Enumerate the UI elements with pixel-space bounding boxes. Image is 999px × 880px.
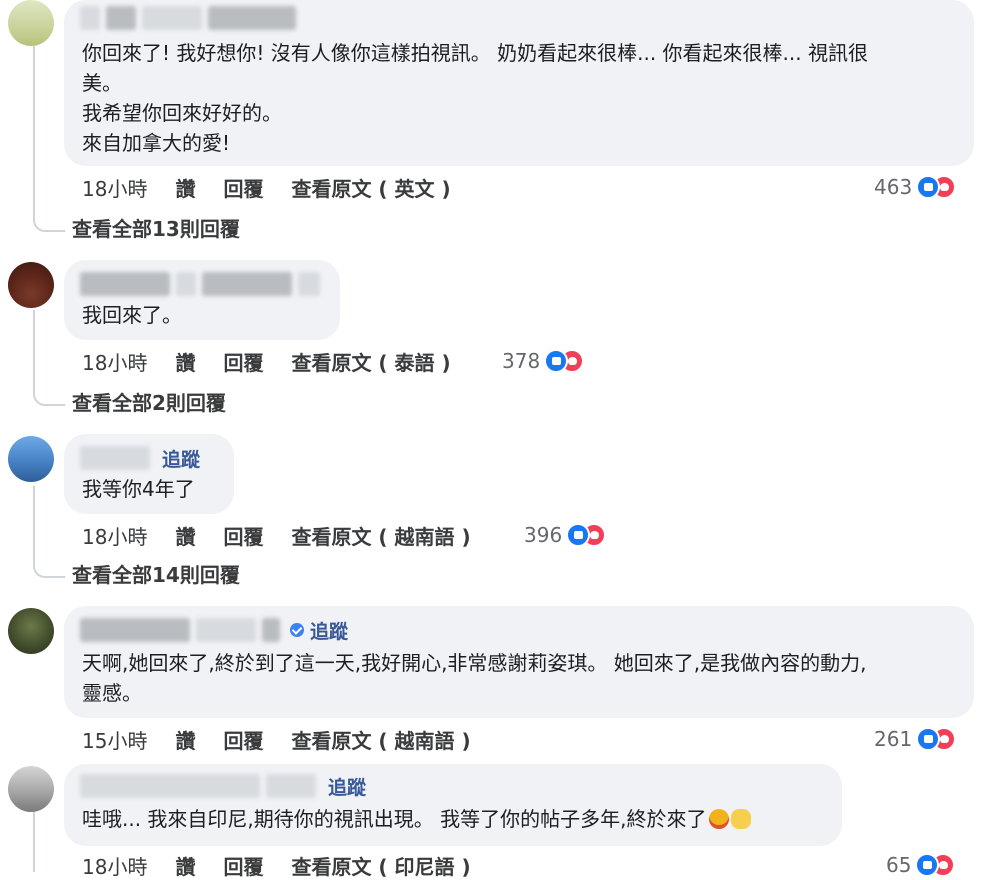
reaction-summary[interactable]: 261: [874, 724, 957, 754]
commenter-name[interactable]: [80, 4, 302, 32]
comment-text-body: 哇哦... 我來自印尼,期待你的視訊出現。 我等了你的帖子多年,終於來了: [82, 807, 707, 831]
like-button[interactable]: 讚: [175, 173, 195, 202]
see-original-button[interactable]: 查看原文 ( 印尼語 ): [291, 851, 470, 880]
comment-text: 你回來了! 我好想你! 沒有人像你這樣拍視訊。 奶奶看起來很棒... 你看起來很…: [82, 41, 868, 155]
commenter-name[interactable]: [80, 270, 326, 298]
reaction-summary[interactable]: 378: [502, 346, 585, 376]
reply-button[interactable]: 回覆: [223, 347, 263, 376]
reply-button[interactable]: 回覆: [223, 851, 263, 880]
follow-button[interactable]: 追蹤: [328, 773, 366, 800]
avatar[interactable]: [8, 608, 54, 654]
like-button[interactable]: 讚: [175, 521, 195, 550]
like-reaction-icon: [916, 727, 941, 751]
comment-bubble: 我回來了。: [64, 260, 340, 340]
see-original-button[interactable]: 查看原文 ( 越南語 ): [291, 725, 470, 754]
view-replies-link[interactable]: 查看全部13則回覆: [72, 214, 240, 244]
reply-connector: [33, 390, 65, 406]
reaction-count: 396: [524, 523, 563, 547]
like-button[interactable]: 讚: [175, 851, 195, 880]
comment-bubble: 追蹤 我等你4年了: [64, 434, 234, 514]
view-replies-link[interactable]: 查看全部2則回覆: [72, 388, 226, 418]
commenter-name[interactable]: 追蹤: [80, 616, 348, 644]
like-button[interactable]: 讚: [175, 347, 195, 376]
clapping-hands-emoji-icon: [730, 809, 751, 829]
reaction-summary[interactable]: 396: [524, 520, 607, 550]
reply-connector: [33, 216, 65, 232]
reaction-summary[interactable]: 65: [886, 850, 956, 880]
comment-text: 天啊,她回來了,終於到了這一天,我好開心,非常感謝莉姿琪。 她回來了,是我做內容…: [82, 651, 867, 705]
comment-actions: 18小時 讚 回覆 查看原文 ( 印尼語 ): [82, 850, 499, 880]
reply-button[interactable]: 回覆: [223, 521, 263, 550]
like-reaction-icon: [544, 349, 569, 373]
comment-bubble: 追蹤 天啊,她回來了,終於到了這一天,我好開心,非常感謝莉姿琪。 她回來了,是我…: [64, 606, 974, 718]
comment-actions: 18小時 讚 回覆 查看原文 ( 泰語 ): [82, 346, 479, 376]
comment-actions: 18小時 讚 回覆 查看原文 ( 越南語 ): [82, 520, 499, 550]
comment-text: 我等你4年了: [82, 477, 195, 501]
like-reaction-icon: [916, 175, 941, 199]
thread-line: [33, 310, 35, 390]
heart-eyes-emoji-icon: [708, 809, 729, 829]
reaction-count: 378: [502, 349, 541, 373]
reaction-summary[interactable]: 463: [874, 172, 957, 202]
avatar[interactable]: [8, 0, 54, 46]
thread-line: [33, 812, 35, 872]
see-original-button[interactable]: 查看原文 ( 泰語 ): [291, 347, 450, 376]
see-original-button[interactable]: 查看原文 ( 英文 ): [291, 173, 450, 202]
see-original-button[interactable]: 查看原文 ( 越南語 ): [291, 521, 470, 550]
comment-bubble: 追蹤 哇哦... 我來自印尼,期待你的視訊出現。 我等了你的帖子多年,終於來了: [64, 764, 842, 846]
comment-text: 我回來了。: [82, 303, 182, 327]
comment-time[interactable]: 18小時: [82, 347, 147, 376]
avatar[interactable]: [8, 262, 54, 308]
like-reaction-icon: [566, 523, 591, 547]
reaction-count: 261: [874, 727, 913, 751]
reaction-count: 65: [886, 853, 912, 877]
comment-time[interactable]: 18小時: [82, 173, 147, 202]
like-button[interactable]: 讚: [175, 725, 195, 754]
comment-time[interactable]: 18小時: [82, 521, 147, 550]
follow-button[interactable]: 追蹤: [162, 445, 200, 472]
commenter-name[interactable]: 追蹤: [80, 444, 200, 472]
thread-line: [33, 46, 35, 216]
comment-bubble: 你回來了! 我好想你! 沒有人像你這樣拍視訊。 奶奶看起來很棒... 你看起來很…: [64, 0, 974, 166]
reply-connector: [33, 562, 65, 578]
comment-text: 哇哦... 我來自印尼,期待你的視訊出現。 我等了你的帖子多年,終於來了: [82, 804, 751, 834]
follow-button[interactable]: 追蹤: [310, 617, 348, 644]
comment-actions: 15小時 讚 回覆 查看原文 ( 越南語 ): [82, 724, 499, 754]
reply-button[interactable]: 回覆: [223, 725, 263, 754]
commenter-name[interactable]: 追蹤: [80, 772, 366, 800]
thread-line: [33, 486, 35, 562]
verified-badge-icon: [290, 623, 304, 637]
view-replies-link[interactable]: 查看全部14則回覆: [72, 560, 240, 590]
comment-actions: 18小時 讚 回覆 查看原文 ( 英文 ): [82, 172, 479, 202]
avatar[interactable]: [8, 766, 54, 812]
comment-time[interactable]: 18小時: [82, 851, 147, 880]
reply-button[interactable]: 回覆: [223, 173, 263, 202]
comment-time[interactable]: 15小時: [82, 725, 147, 754]
reaction-count: 463: [874, 175, 913, 199]
avatar[interactable]: [8, 436, 54, 482]
